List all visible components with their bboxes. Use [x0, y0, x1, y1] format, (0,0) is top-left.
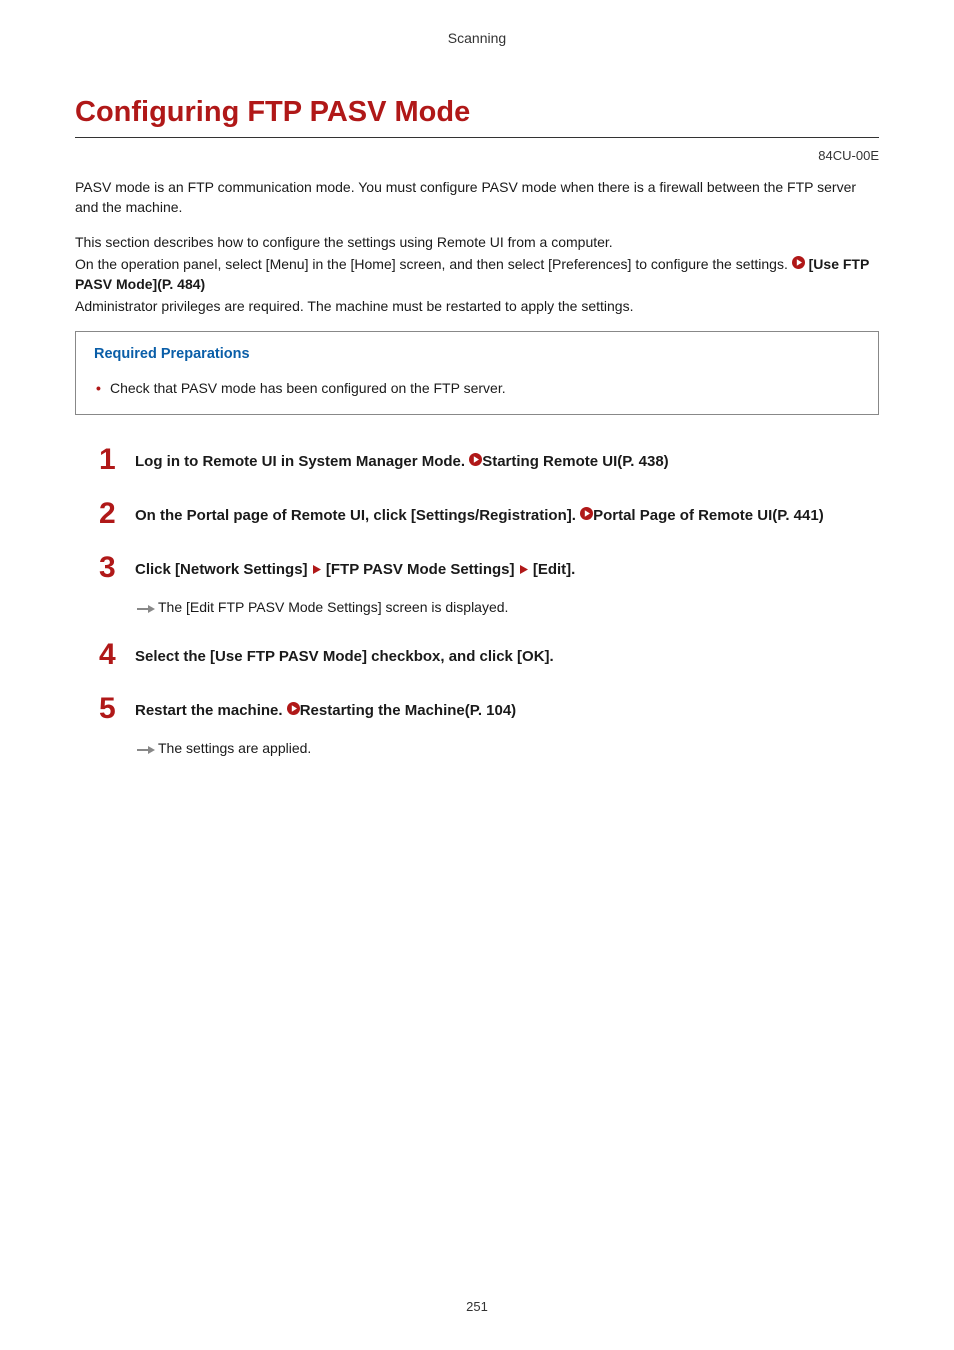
step-2-text: On the Portal page of Remote UI, click [… [135, 507, 580, 524]
step-1-title: Log in to Remote UI in System Manager Mo… [135, 451, 879, 473]
triangle-separator-icon [313, 559, 321, 581]
step-1-text: Log in to Remote UI in System Manager Mo… [135, 453, 469, 470]
step-1: 1 Log in to Remote UI in System Manager … [75, 445, 879, 475]
page-title: Configuring FTP PASV Mode [75, 96, 879, 138]
intro-para-3: Administrator privileges are required. T… [75, 296, 879, 316]
crossref-icon [469, 453, 482, 466]
crossref-icon [287, 702, 300, 715]
step-5-result: The settings are applied. [137, 740, 879, 757]
step-2-title: On the Portal page of Remote UI, click [… [135, 505, 879, 527]
step-number: 1 [99, 445, 135, 475]
step-3-result-text: The [Edit FTP PASV Mode Settings] screen… [158, 599, 508, 615]
step-3-text-a: Click [Network Settings] [135, 561, 312, 578]
page-number: 251 [0, 1299, 954, 1314]
step-4-title: Select the [Use FTP PASV Mode] checkbox,… [135, 646, 879, 668]
step-3-result: The [Edit FTP PASV Mode Settings] screen… [137, 599, 879, 616]
step-3-text-c: [Edit]. [533, 561, 576, 578]
step-number: 2 [99, 499, 135, 529]
result-arrow-icon [137, 600, 155, 616]
step-5-text: Restart the machine. [135, 702, 287, 719]
triangle-separator-icon [520, 559, 528, 581]
prep-item: Check that PASV mode has been configured… [94, 380, 860, 396]
step-4: 4 Select the [Use FTP PASV Mode] checkbo… [75, 640, 879, 670]
step-4-text: Select the [Use FTP PASV Mode] checkbox,… [135, 648, 554, 665]
result-arrow-icon [137, 741, 155, 757]
required-preparations-title: Required Preparations [94, 346, 860, 362]
step-3: 3 Click [Network Settings] [FTP PASV Mod… [75, 553, 879, 616]
step-2-crossref[interactable]: Portal Page of Remote UI(P. 441) [593, 507, 824, 524]
required-preparations-box: Required Preparations Check that PASV mo… [75, 331, 879, 415]
step-5: 5 Restart the machine. Restarting the Ma… [75, 694, 879, 757]
intro-para-2b: On the operation panel, select [Menu] in… [75, 254, 879, 295]
crossref-icon [580, 507, 593, 520]
step-3-text-b: [FTP PASV Mode Settings] [326, 561, 519, 578]
step-5-crossref[interactable]: Restarting the Machine(P. 104) [300, 702, 516, 719]
step-3-title: Click [Network Settings] [FTP PASV Mode … [135, 559, 879, 581]
step-1-crossref[interactable]: Starting Remote UI(P. 438) [482, 453, 668, 470]
step-number: 4 [99, 640, 135, 670]
step-5-title: Restart the machine. Restarting the Mach… [135, 700, 879, 722]
intro-para-1: PASV mode is an FTP communication mode. … [75, 177, 879, 218]
crossref-icon [792, 256, 805, 269]
intro-para-2b-text: On the operation panel, select [Menu] in… [75, 256, 792, 272]
step-number: 3 [99, 553, 135, 583]
intro-para-2a: This section describes how to configure … [75, 232, 879, 252]
document-code: 84CU-00E [75, 148, 879, 163]
step-5-result-text: The settings are applied. [158, 740, 311, 756]
step-2: 2 On the Portal page of Remote UI, click… [75, 499, 879, 529]
section-header: Scanning [75, 30, 879, 46]
step-number: 5 [99, 694, 135, 724]
